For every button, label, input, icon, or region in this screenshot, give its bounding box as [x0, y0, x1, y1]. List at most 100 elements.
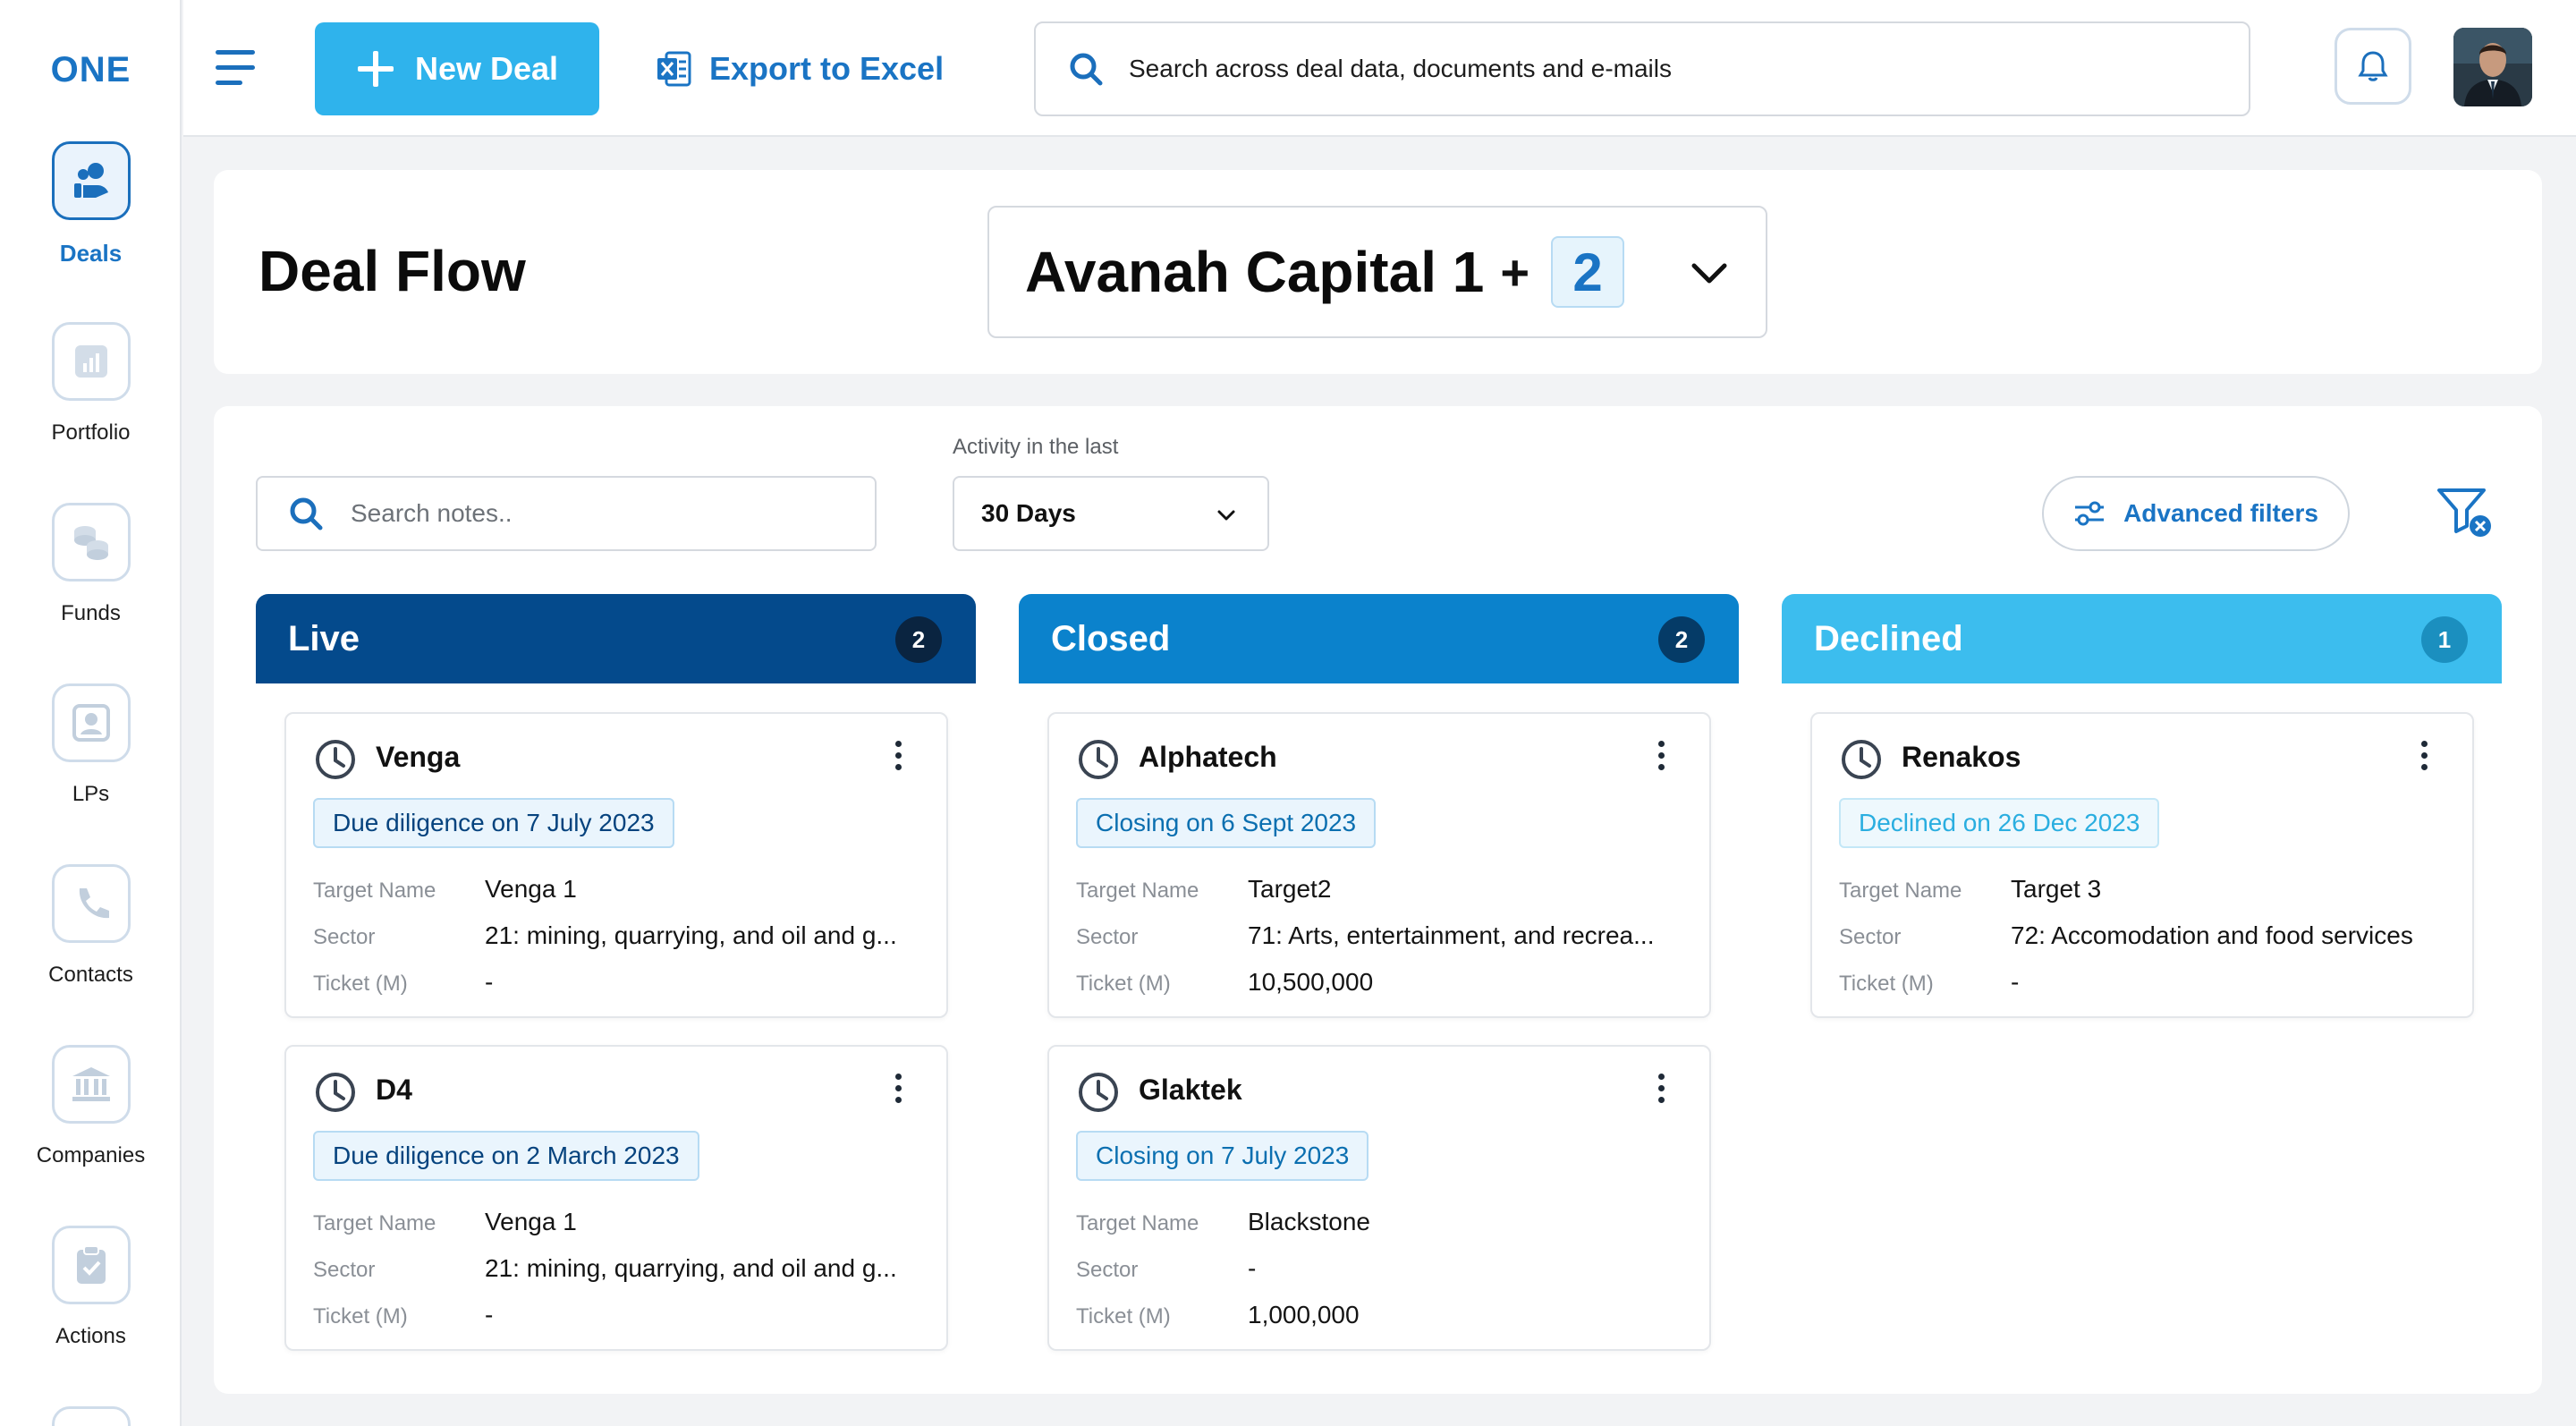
deal-target-row: Target Name Venga 1 [313, 871, 930, 907]
target-name-value: Venga 1 [485, 1208, 577, 1235]
deal-target-row: Target Name Venga 1 [313, 1204, 930, 1240]
hamburger-menu-icon[interactable] [216, 50, 258, 86]
target-name-value: Target2 [1248, 875, 1332, 903]
ticket-value: 10,500,000 [1248, 968, 1374, 996]
search-icon [1070, 53, 1103, 86]
export-to-excel-button[interactable]: Export to Excel [656, 36, 944, 102]
more-vertical-icon[interactable] [1652, 741, 1670, 777]
deal-card[interactable]: Glaktek Closing on 7 July 2023 Target Na… [1047, 1045, 1711, 1351]
ticket-label: Ticket (M) [313, 1304, 408, 1328]
activity-period-value: 30 Days [981, 499, 1076, 527]
ticket-value: 1,000,000 [1248, 1301, 1360, 1328]
sector-value: 21: mining, quarrying, and oil and g... [485, 921, 897, 949]
notes-search-input[interactable] [351, 499, 852, 528]
sector-label: Sector [1076, 1258, 1139, 1282]
deal-target-row: Target Name Target2 [1076, 871, 1693, 907]
deal-ticket-row: Ticket (M) 1,000,000 [1076, 1297, 1693, 1333]
deal-sector-row: Sector 21: mining, quarrying, and oil and… [313, 1251, 930, 1286]
new-deal-button[interactable]: New Deal [315, 22, 599, 115]
deal-card[interactable]: Renakos Declined on 26 Dec 2023 Target N… [1810, 712, 2474, 1018]
more-vertical-icon[interactable] [889, 741, 907, 777]
deal-status-badge: Due diligence on 2 March 2023 [313, 1131, 699, 1181]
sidebar-item-label: Funds [61, 601, 121, 625]
fund-selector[interactable]: Avanah Capital 1 + 2 [987, 206, 1767, 338]
topbar: New Deal Export to Excel [183, 0, 2576, 137]
page-title: Deal Flow [258, 239, 526, 303]
sidebar-item-funds[interactable]: Funds [0, 503, 182, 626]
global-search [1034, 21, 2250, 116]
export-label: Export to Excel [709, 50, 945, 87]
new-deal-label: New Deal [414, 50, 559, 87]
sidebar-item-portfolio[interactable]: Portfolio [0, 322, 182, 446]
app-logo[interactable]: ONE [0, 50, 182, 90]
clock-icon [1079, 740, 1118, 779]
deal-stage-date: on 7 July 2023 [1186, 1142, 1350, 1169]
sidebar: ONE Deals Portfolio Funds LPs Contacts C… [0, 0, 182, 1426]
search-icon [290, 497, 323, 531]
more-vertical-icon[interactable] [2415, 741, 2433, 777]
sidebar-item-lps[interactable]: LPs [0, 683, 182, 807]
fund-name: Avanah Capital 1 [1025, 240, 1485, 304]
deal-sector-row: Sector 21: mining, quarrying, and oil and… [313, 918, 930, 954]
deal-ticket-row: Ticket (M) 10,500,000 [1076, 964, 1693, 1000]
chevron-down-icon [1691, 263, 1727, 284]
ticket-value: - [2011, 968, 2020, 996]
deal-card[interactable]: Venga Due diligence on 7 July 2023 Targe… [284, 712, 948, 1018]
sidebar-item-contacts[interactable]: Contacts [0, 864, 182, 988]
deal-board: Activity in the last 30 Days Advanced fi… [214, 406, 2542, 1394]
sidebar-item-label: Portfolio [51, 420, 131, 445]
ticket-label: Ticket (M) [313, 972, 408, 996]
sector-label: Sector [1076, 925, 1139, 949]
sector-label: Sector [1839, 925, 1902, 949]
more-vertical-icon[interactable] [889, 1074, 907, 1109]
phone-icon [51, 864, 131, 943]
column-count-badge: 2 [895, 616, 942, 663]
deal-sector-row: Sector 72: Accomodation and food services [1839, 918, 2456, 954]
ticket-value: - [485, 968, 494, 996]
sidebar-item-label: Actions [55, 1324, 126, 1348]
deal-card[interactable]: Alphatech Closing on 6 Sept 2023 Target … [1047, 712, 1711, 1018]
advanced-filters-label: Advanced filters [2123, 499, 2318, 527]
global-search-input[interactable] [1129, 55, 2202, 83]
target-name-label: Target Name [1076, 1211, 1199, 1235]
target-name-label: Target Name [313, 879, 436, 903]
excel-icon [657, 51, 691, 87]
clock-icon [316, 740, 355, 779]
sector-label: Sector [313, 1258, 376, 1282]
deal-stage: Due diligence [333, 809, 485, 836]
sector-label: Sector [313, 925, 376, 949]
deal-stage: Due diligence [333, 1142, 485, 1169]
deal-target-row: Target Name Target 3 [1839, 871, 2456, 907]
deal-status-badge: Closing on 6 Sept 2023 [1076, 798, 1377, 848]
activity-period-select[interactable]: 30 Days [953, 476, 1269, 551]
more-vertical-icon[interactable] [1652, 1074, 1670, 1109]
user-avatar[interactable] [2453, 28, 2532, 106]
deal-status-badge: Due diligence on 7 July 2023 [313, 798, 674, 848]
column-title: Closed [1051, 618, 1171, 658]
deal-name: D4 [376, 1074, 412, 1106]
deal-stage-date: on 6 Sept 2023 [1186, 809, 1357, 836]
sidebar-item-label: Contacts [48, 963, 133, 987]
activity-label: Activity in the last [953, 435, 1119, 459]
deal-stage: Closing [1096, 809, 1180, 836]
notifications-bell-icon[interactable] [2334, 28, 2411, 105]
deal-status-badge: Declined on 26 Dec 2023 [1839, 798, 2160, 848]
advanced-filters-button[interactable]: Advanced filters [2042, 476, 2350, 551]
clock-icon [1842, 740, 1881, 779]
target-name-value: Target 3 [2011, 875, 2102, 903]
column-header-live: Live 2 [256, 594, 976, 683]
deal-card[interactable]: D4 Due diligence on 2 March 2023 Target … [284, 1045, 948, 1351]
sidebar-item-companies[interactable]: Companies [0, 1045, 182, 1168]
deal-ticket-row: Ticket (M) - [1839, 964, 2456, 1000]
deal-name: Alphatech [1139, 741, 1277, 773]
column-count-badge: 1 [2421, 616, 2468, 663]
chevron-down-icon [1217, 510, 1235, 521]
target-name-label: Target Name [313, 1211, 436, 1235]
sidebar-item-actions[interactable]: Actions [0, 1226, 182, 1349]
deal-name: Venga [376, 741, 461, 773]
deal-name: Renakos [1902, 741, 2021, 773]
deal-ticket-row: Ticket (M) - [313, 1297, 930, 1333]
clear-filter-icon[interactable] [2436, 487, 2495, 540]
sidebar-item-deals[interactable]: Deals [0, 141, 182, 267]
sidebar-item-more[interactable] [0, 1406, 182, 1426]
